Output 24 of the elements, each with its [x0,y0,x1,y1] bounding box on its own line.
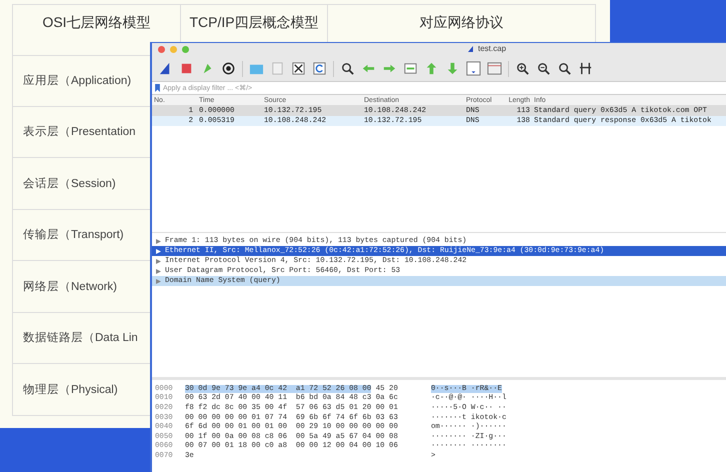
options-icon[interactable] [221,61,236,76]
down-arrow-icon[interactable] [445,61,460,76]
shark-fin-icon [467,44,475,52]
table-cell-text: 表示层（Presentation [23,124,136,140]
table-cell-text: 传输层（Transport) [23,228,124,242]
close-file-icon[interactable] [291,61,306,76]
window-title: test.cap [478,44,506,53]
resize-columns-icon[interactable] [578,61,593,76]
table-cell-text: 物理层（Physical) [23,382,118,397]
zoom-out-icon[interactable] [536,61,551,76]
reload-icon[interactable] [312,61,327,76]
table-cell-text: 网络层（Network) [23,280,118,294]
table-cell-text: 应用层（Application) [23,74,132,88]
close-button[interactable] [158,46,165,53]
table-cell-text: 数据链路层（Data Lin [23,330,138,346]
search-icon[interactable] [340,61,355,76]
stop-icon[interactable] [179,61,194,76]
autoscroll-icon[interactable] [466,61,481,76]
normal-size-icon[interactable] [557,61,572,76]
zoom-in-icon[interactable] [515,61,530,76]
bookmark-icon[interactable] [155,84,160,92]
up-arrow-icon[interactable] [424,61,439,76]
table-cell-text: 会话层（Session) [23,176,116,191]
zoom-button[interactable] [182,46,189,53]
